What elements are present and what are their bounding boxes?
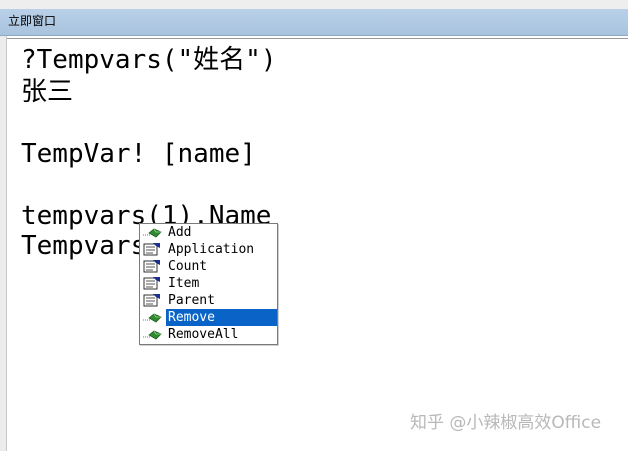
list-item-selected[interactable]: Remove [140, 309, 277, 326]
list-item[interactable]: Item [140, 275, 277, 292]
list-item[interactable]: Count [140, 258, 277, 275]
list-item-label: Add [168, 225, 192, 240]
window-titlebar[interactable]: 立即窗口 [0, 9, 628, 36]
property-icon [142, 243, 162, 256]
list-item[interactable]: Application [140, 241, 277, 258]
window-title: 立即窗口 [8, 14, 57, 28]
code-line[interactable]: TempVar! [name] [21, 139, 256, 169]
list-item-label: RemoveAll [168, 327, 239, 342]
code-line[interactable]: 张三 [21, 77, 73, 107]
immediate-window: 立即窗口 ?Tempvars("姓名") 张三 TempVar! [name] … [0, 0, 628, 451]
list-item-label: Remove [166, 309, 277, 326]
list-item[interactable]: Add [140, 224, 277, 241]
autocomplete-list[interactable]: Add Application Count Item Parent Remove… [139, 223, 278, 345]
method-icon [142, 226, 162, 239]
top-strip [0, 0, 628, 9]
property-icon [142, 260, 162, 273]
method-icon [142, 328, 162, 341]
list-item-label: Parent [168, 293, 215, 308]
list-item-label: Item [168, 276, 200, 291]
list-item[interactable]: Parent [140, 292, 277, 309]
window-left-border [0, 36, 7, 451]
watermark: 知乎 @小辣椒高效Office [410, 413, 602, 433]
list-item-label: Count [168, 259, 208, 274]
list-item-label: Application [168, 242, 255, 257]
code-editor[interactable]: ?Tempvars("姓名") 张三 TempVar! [name] tempv… [7, 39, 628, 451]
property-icon [142, 277, 162, 290]
property-icon [142, 294, 162, 307]
method-icon [142, 311, 162, 324]
list-item[interactable]: RemoveAll [140, 326, 277, 343]
code-line[interactable]: ?Tempvars("姓名") [21, 45, 277, 75]
